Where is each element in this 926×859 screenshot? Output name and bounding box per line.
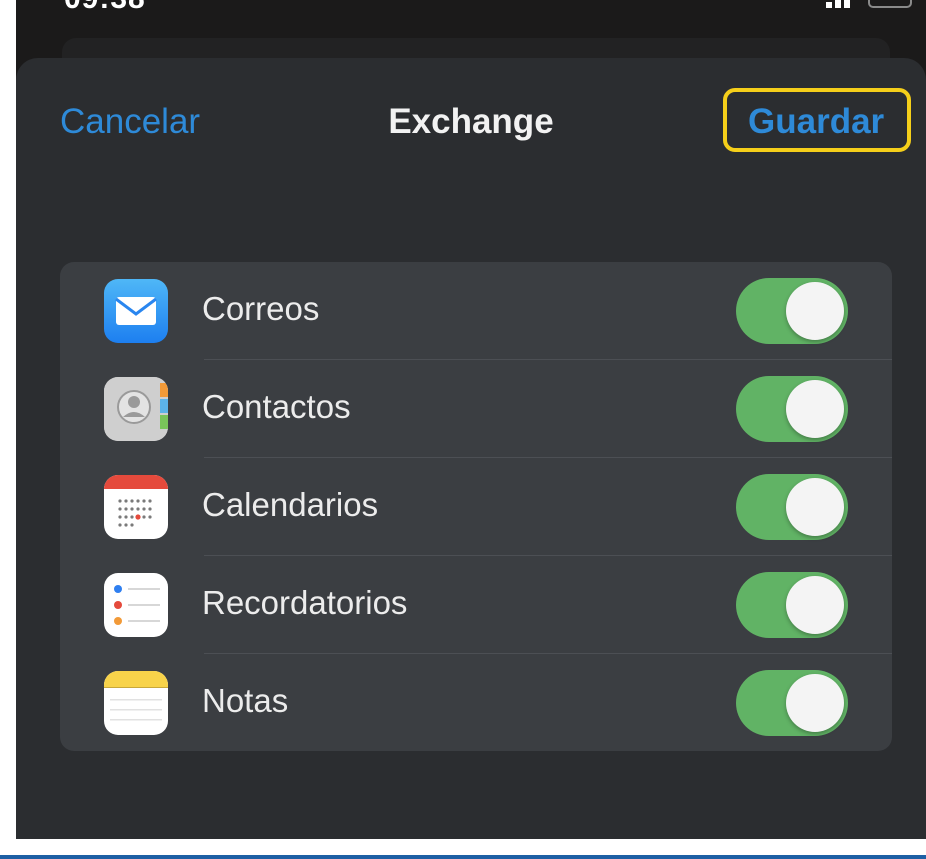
toggle-knob [786, 576, 844, 634]
list-item-mail: Correos [60, 262, 892, 360]
list-item-label: Correos [202, 290, 320, 327]
list-item-calendar: Calendarios [60, 458, 892, 556]
account-services-list: Correos Contactos Calendarios Recordator… [60, 262, 892, 751]
contacts-icon [104, 377, 168, 441]
toggle-knob [786, 282, 844, 340]
status-time: 09:38 [64, 0, 146, 16]
toggle-knob [786, 478, 844, 536]
bottom-border [0, 855, 926, 859]
list-item-notes: Notas [60, 654, 892, 751]
signal-icon [826, 0, 850, 8]
list-item-reminders: Recordatorios [60, 556, 892, 654]
list-item-label: Calendarios [202, 486, 379, 523]
toggle-knob [786, 674, 844, 732]
calendar-toggle[interactable] [736, 474, 848, 540]
list-item-label: Notas [202, 682, 289, 719]
contacts-toggle[interactable] [736, 376, 848, 442]
list-item-label: Contactos [202, 388, 351, 425]
toggle-knob [786, 380, 844, 438]
cancel-button[interactable]: Cancelar [60, 102, 200, 142]
reminders-toggle[interactable] [736, 572, 848, 638]
battery-icon [868, 0, 912, 8]
notes-icon [104, 671, 168, 735]
list-item-contacts: Contactos [60, 360, 892, 458]
reminders-icon [104, 573, 168, 637]
calendar-icon [104, 475, 168, 539]
list-item-label: Recordatorios [202, 584, 408, 621]
page-title: Exchange [388, 102, 554, 141]
notes-toggle[interactable] [736, 670, 848, 736]
phone-screen: 09:38 Cancelar Exchange Guardar Correos [16, 0, 926, 839]
mail-icon [104, 279, 168, 343]
mail-toggle[interactable] [736, 278, 848, 344]
save-button[interactable]: Guardar [748, 102, 884, 142]
